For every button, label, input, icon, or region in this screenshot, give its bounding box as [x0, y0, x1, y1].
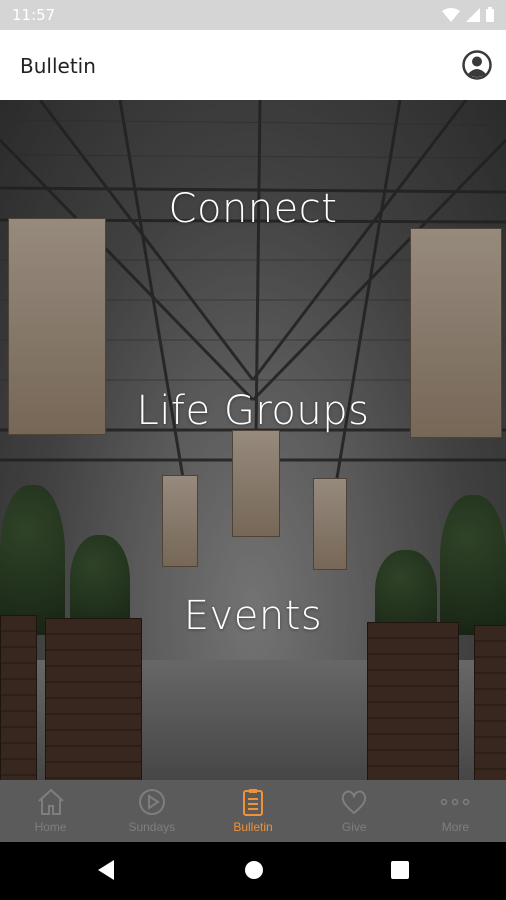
status-icons	[442, 7, 494, 22]
status-time: 11:57	[12, 6, 56, 24]
life-groups-link[interactable]: Life Groups	[0, 388, 506, 434]
tab-give[interactable]: Give	[304, 780, 405, 842]
tab-label: Home	[34, 820, 67, 834]
tab-home[interactable]: Home	[0, 780, 101, 842]
tab-label: Bulletin	[233, 820, 273, 834]
tab-label: Give	[341, 820, 367, 834]
battery-icon	[486, 7, 494, 22]
status-bar: 11:57	[0, 0, 506, 30]
tab-more[interactable]: More	[405, 780, 506, 842]
back-icon[interactable]	[96, 859, 116, 881]
clipboard-icon	[243, 789, 263, 816]
hero-section: Connect Life Groups Events	[0, 100, 506, 780]
profile-icon[interactable]	[462, 50, 492, 80]
home-circle-icon[interactable]	[243, 859, 265, 881]
recents-icon[interactable]	[390, 859, 410, 881]
tab-label: More	[441, 820, 470, 834]
wifi-icon	[442, 7, 460, 22]
bottom-tab-bar: Home Sundays Bulletin Give More	[0, 780, 506, 842]
heart-icon	[341, 790, 367, 815]
page-title: Bulletin	[20, 54, 96, 78]
events-link[interactable]: Events	[0, 593, 506, 639]
tab-sundays[interactable]: Sundays	[101, 780, 202, 842]
connect-link[interactable]: Connect	[0, 186, 506, 232]
play-circle-icon	[138, 789, 165, 815]
system-nav-bar	[0, 842, 506, 900]
signal-icon	[466, 7, 480, 22]
app-bar: Bulletin	[0, 30, 506, 100]
home-icon	[37, 788, 64, 815]
tab-bulletin[interactable]: Bulletin	[202, 780, 303, 842]
tab-label: Sundays	[128, 820, 176, 834]
more-dots-icon	[441, 798, 470, 806]
